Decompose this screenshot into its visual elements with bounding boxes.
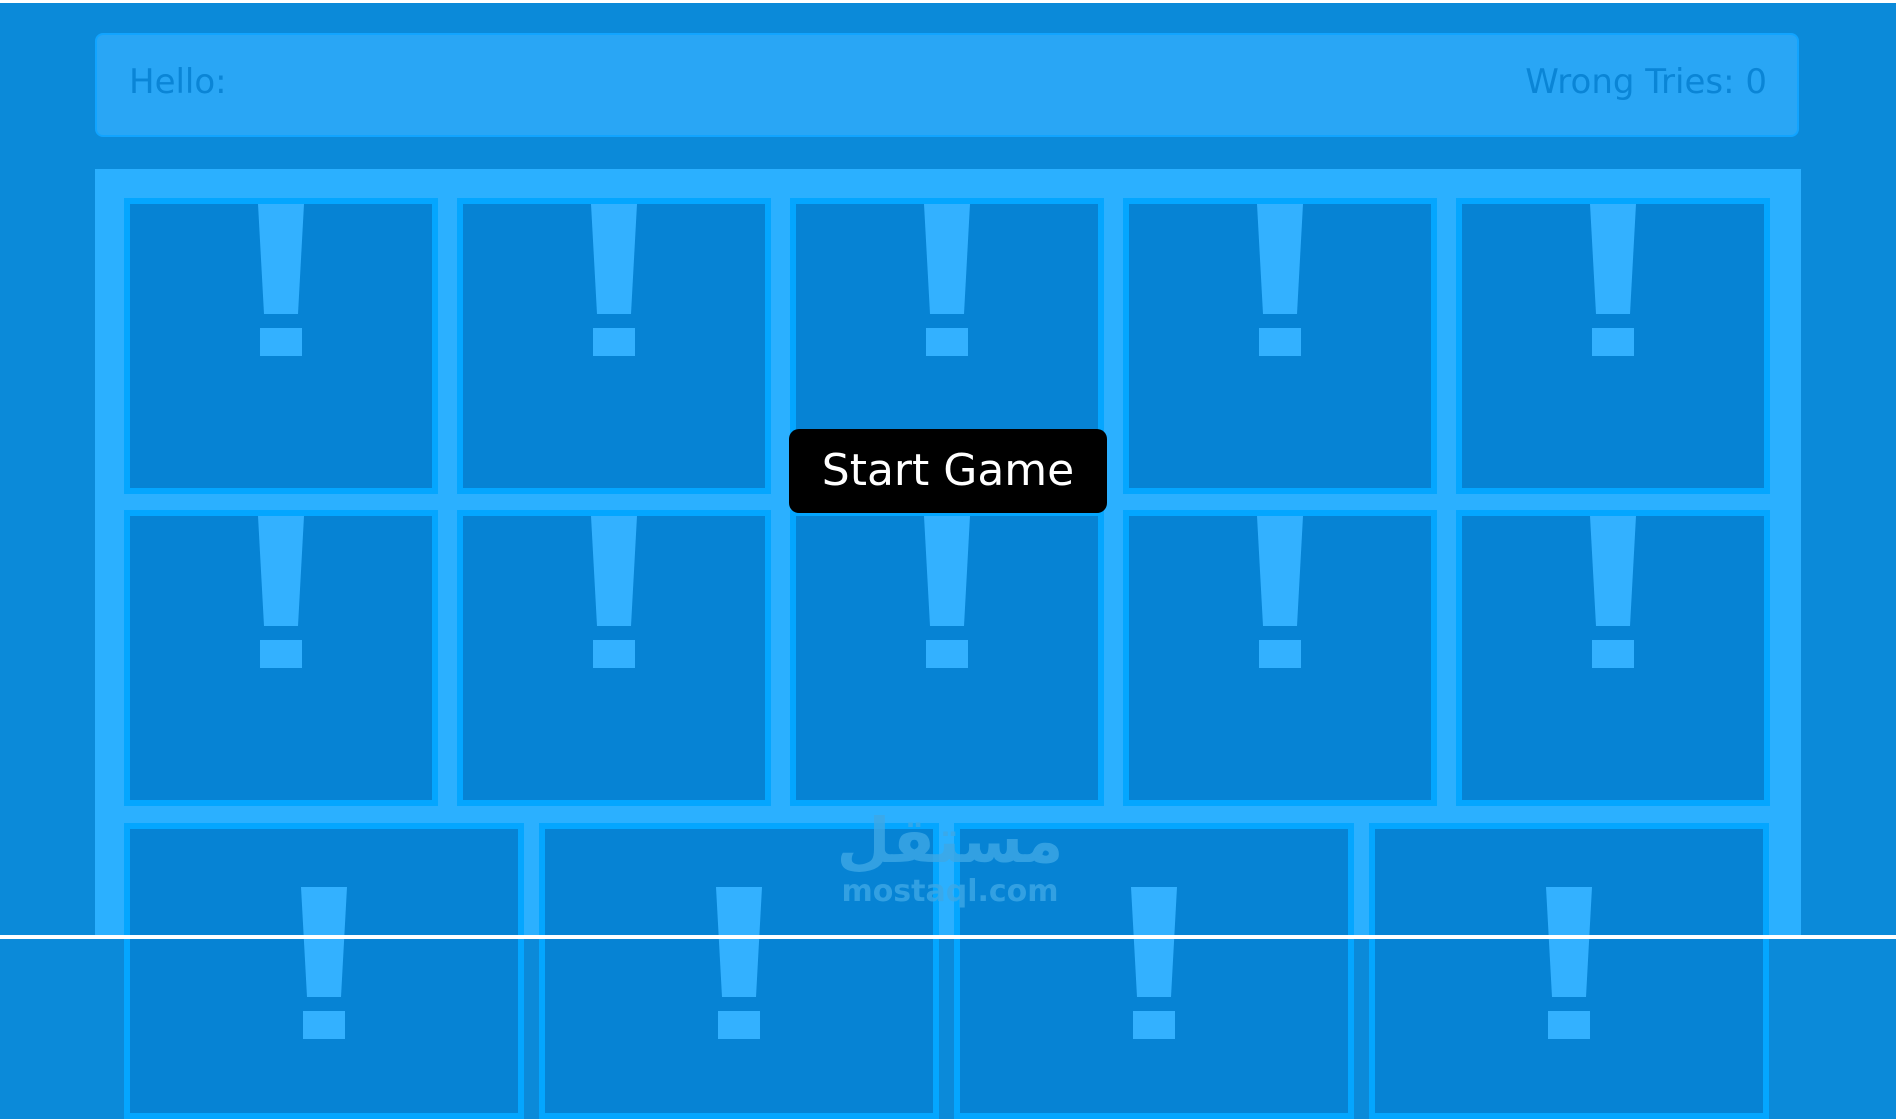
top-edge-strip — [0, 0, 1896, 3]
memory-card[interactable] — [1123, 510, 1437, 806]
player-greeting: Hello: — [129, 62, 227, 102]
exclamation-icon — [1590, 204, 1636, 356]
exclamation-icon — [924, 204, 970, 356]
exclamation-icon — [258, 516, 304, 668]
exclamation-icon — [1590, 516, 1636, 668]
memory-card[interactable] — [124, 198, 438, 494]
start-game-button[interactable]: Start Game — [789, 429, 1107, 513]
memory-card[interactable] — [1456, 510, 1770, 806]
watermark-logo-text: مستقل — [836, 804, 1064, 877]
watermark-url: mostaql.com — [841, 874, 1059, 909]
wrong-tries-counter: Wrong Tries: 0 — [1525, 62, 1767, 102]
memory-card[interactable] — [1369, 823, 1769, 1119]
exclamation-icon — [591, 204, 637, 356]
exclamation-icon — [1546, 887, 1592, 1039]
exclamation-icon — [591, 516, 637, 668]
exclamation-icon — [924, 516, 970, 668]
bottom-edge-strip — [0, 935, 1896, 939]
exclamation-icon — [1131, 887, 1177, 1039]
memory-card[interactable] — [790, 510, 1104, 806]
watermark-logo: مستقل mostaql.com — [830, 808, 1070, 916]
info-bar: Hello: Wrong Tries: 0 — [95, 33, 1799, 137]
memory-card[interactable] — [124, 823, 524, 1119]
memory-card[interactable] — [124, 510, 438, 806]
exclamation-icon — [1257, 204, 1303, 356]
exclamation-icon — [716, 887, 762, 1039]
memory-card[interactable] — [1456, 198, 1770, 494]
memory-card[interactable] — [457, 510, 771, 806]
memory-card[interactable] — [1123, 198, 1437, 494]
exclamation-icon — [1257, 516, 1303, 668]
exclamation-icon — [258, 204, 304, 356]
exclamation-icon — [301, 887, 347, 1039]
memory-card[interactable] — [457, 198, 771, 494]
